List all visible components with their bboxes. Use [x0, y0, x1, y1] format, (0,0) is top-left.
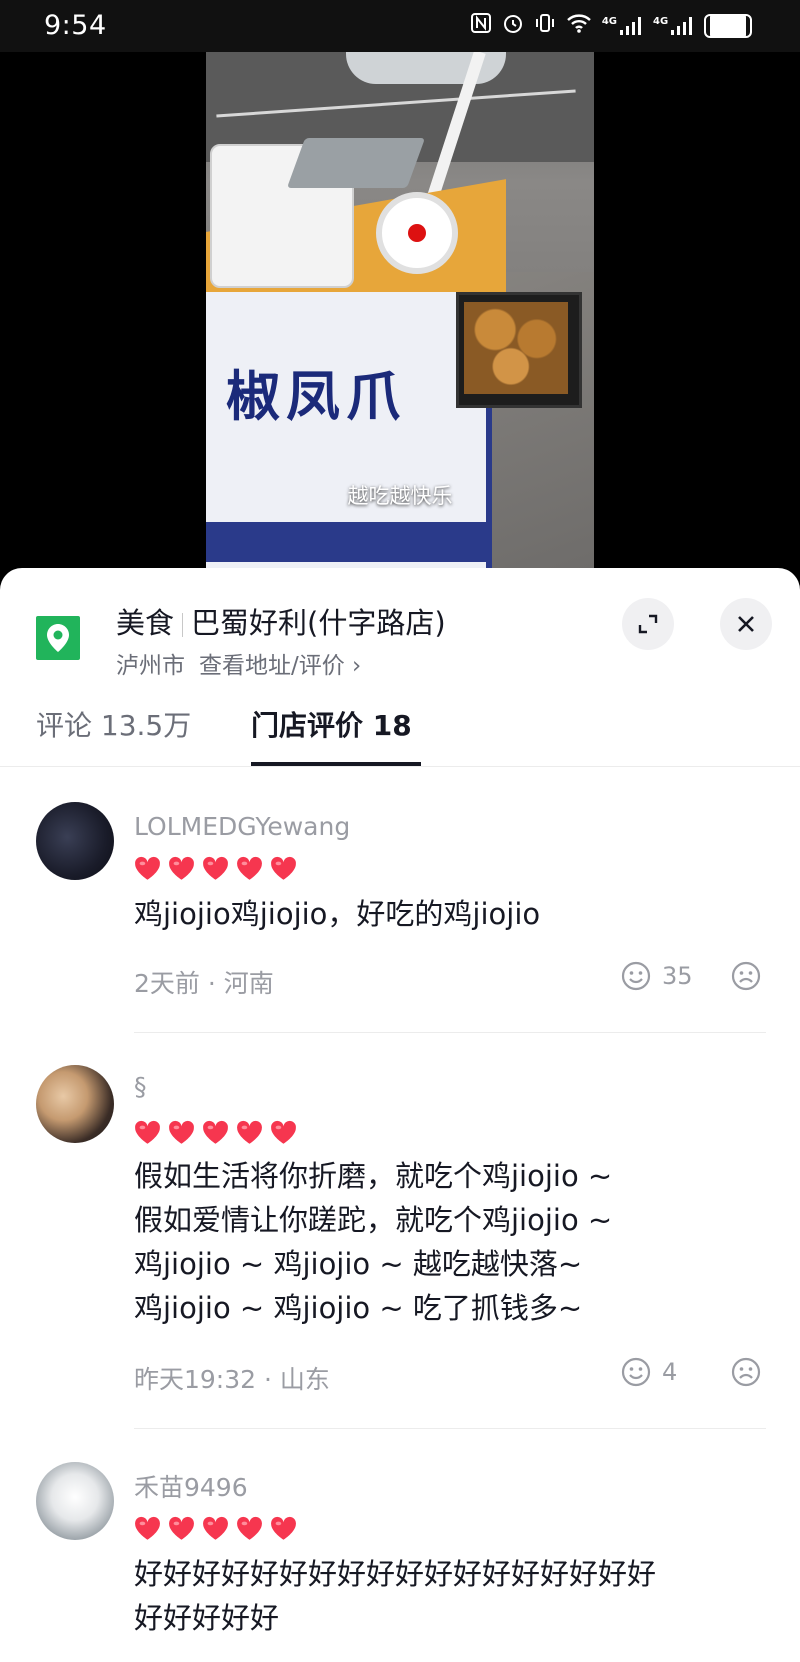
- avatar[interactable]: [36, 1462, 114, 1540]
- heart-icon: [237, 856, 262, 880]
- heart-icon: [271, 1516, 296, 1540]
- wifi-icon: [566, 12, 592, 39]
- heart-icon: [135, 1516, 160, 1540]
- heart-icon: [203, 856, 228, 880]
- review-username[interactable]: 禾苗9496: [134, 1468, 248, 1504]
- review-text-line: 鸡jiojio ~ 鸡jiojio ~ 越吃越快落~: [134, 1247, 583, 1281]
- vibrate-icon: [534, 12, 556, 39]
- status-time: 9:54: [44, 10, 107, 41]
- review-text-line: 好好好好好好好好好好好好好好好好好好: [134, 1557, 657, 1591]
- view-address-link[interactable]: 查看地址/评价 ›: [199, 653, 361, 679]
- like-count: 35: [662, 962, 693, 990]
- close-button[interactable]: [720, 598, 772, 650]
- video-frame[interactable]: 椒凤爪 越吃越快乐: [206, 52, 594, 572]
- shop-name: 巴蜀好利(什字路店): [191, 606, 446, 640]
- tab-active-indicator: [251, 762, 421, 766]
- review-text-line: 鸡jiojio鸡jiojio，好吃的鸡jiojio: [134, 897, 541, 931]
- alarm-icon: [502, 12, 524, 39]
- review-username[interactable]: LOLMEDGYewang: [134, 812, 350, 841]
- heart-icon: [237, 1120, 262, 1144]
- signal-4g-icon: 4G: [602, 16, 643, 36]
- tab-store-reviews[interactable]: 门店评价 18: [251, 704, 412, 744]
- title-separator: [182, 613, 184, 637]
- review-text: 假如生活将你折磨，就吃个鸡jiojio ~ 假如爱情让你蹉跎，就吃个鸡jioji…: [134, 1154, 612, 1330]
- video-food: [464, 302, 568, 394]
- heart-icon: [135, 856, 160, 880]
- avatar[interactable]: [36, 1065, 114, 1143]
- heart-icon: [271, 856, 296, 880]
- review-text-line: 鸡jiojio ~ 鸡jiojio ~ 吃了抓钱多~: [134, 1291, 583, 1325]
- heart-icon: [237, 1516, 262, 1540]
- rating-stars: [134, 1120, 297, 1145]
- expand-button[interactable]: [622, 598, 674, 650]
- heart-icon: [203, 1120, 228, 1144]
- review-text-line: 假如爱情让你蹉跎，就吃个鸡jiojio ~: [134, 1203, 613, 1237]
- reviews-sheet: 美食 巴蜀好利(什字路店) 泸州市 查看地址/评价 › 评论 13.5万 门店评价 …: [0, 568, 800, 1662]
- review-text: 好好好好好好好好好好好好好好好好好好 好好好好好: [134, 1552, 656, 1640]
- review-meta: 昨天19:32 · 山东: [134, 1365, 330, 1394]
- heart-icon: [169, 856, 194, 880]
- heart-icon: [203, 1516, 228, 1540]
- video-player[interactable]: 椒凤爪 越吃越快乐: [0, 52, 800, 572]
- shop-city: 泸州市: [116, 653, 185, 679]
- rating-stars: [134, 1516, 297, 1541]
- review-text-line: 假如生活将你折磨，就吃个鸡jiojio ~: [134, 1159, 613, 1193]
- location-pin-icon: [36, 616, 80, 660]
- shop-category: 美食: [116, 606, 175, 640]
- smile-icon: [621, 961, 651, 991]
- heart-icon: [169, 1120, 194, 1144]
- video-caption: 越吃越快乐: [347, 484, 453, 508]
- status-bar: 9:54 4G 4G 80: [0, 0, 800, 52]
- megaphone-icon: [376, 192, 458, 274]
- like-count: 4: [662, 1358, 678, 1386]
- smile-icon: [621, 1357, 651, 1387]
- video-cart-band: [206, 522, 486, 562]
- review-meta: 2天前 · 河南: [134, 969, 274, 998]
- divider: [134, 1032, 766, 1033]
- frown-icon: [731, 961, 761, 991]
- review-text-line: 好好好好好: [134, 1601, 280, 1635]
- heart-icon: [169, 1516, 194, 1540]
- signal-4g-icon: 4G: [653, 16, 694, 36]
- tab-bar: 评论 13.5万 门店评价 18: [0, 678, 800, 767]
- tab-comments[interactable]: 评论 13.5万: [36, 704, 191, 744]
- expand-icon: [638, 614, 658, 634]
- dislike-button[interactable]: [730, 1356, 762, 1392]
- nfc-icon: [470, 12, 492, 39]
- avatar[interactable]: [36, 802, 114, 880]
- review-text: 鸡jiojio鸡jiojio，好吃的鸡jiojio: [134, 892, 540, 936]
- close-icon: [738, 616, 754, 632]
- status-icons: 4G 4G 80: [470, 12, 752, 39]
- like-button[interactable]: 4: [620, 1356, 677, 1388]
- video-tray: [286, 138, 426, 188]
- divider: [134, 1428, 766, 1429]
- shop-title[interactable]: 美食 巴蜀好利(什字路店): [116, 600, 446, 642]
- video-cart-sign: 椒凤爪: [226, 364, 406, 428]
- rating-stars: [134, 856, 297, 881]
- heart-icon: [271, 1120, 296, 1144]
- frown-icon: [731, 1357, 761, 1387]
- like-button[interactable]: 35: [620, 960, 693, 992]
- shop-subtitle: 泸州市 查看地址/评价 ›: [116, 646, 361, 680]
- battery-icon: 80: [704, 13, 752, 38]
- heart-icon: [135, 1120, 160, 1144]
- review-username[interactable]: §: [134, 1072, 147, 1101]
- dislike-button[interactable]: [730, 960, 762, 996]
